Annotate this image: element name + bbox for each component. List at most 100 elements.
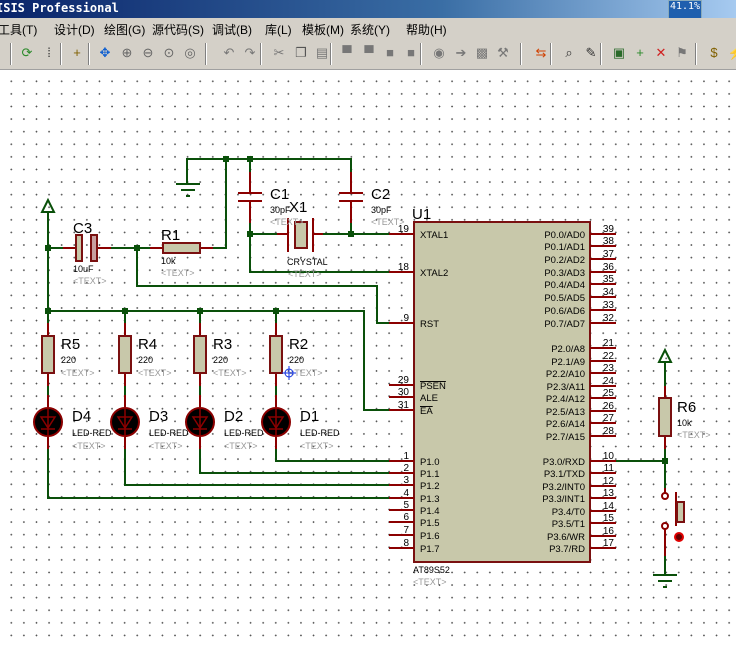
- search-icon[interactable]: ⌕: [560, 44, 578, 62]
- capacitor-c1[interactable]: [238, 172, 262, 223]
- resistor-r1[interactable]: [150, 242, 213, 254]
- r5-value: 220: [61, 355, 76, 365]
- pin-label: P1.6: [420, 531, 440, 542]
- new-sheet-icon[interactable]: ▣: [610, 44, 628, 62]
- cut-icon[interactable]: ✂: [270, 44, 288, 62]
- property-tool-icon[interactable]: ✎: [582, 44, 600, 62]
- pin-number: 9: [403, 313, 409, 324]
- pin-number: 33: [603, 300, 615, 311]
- wire-autorouter-icon[interactable]: ⇆: [532, 44, 550, 62]
- package-tool-icon[interactable]: ▩: [473, 44, 491, 62]
- menu-item-1[interactable]: 设计(D): [54, 21, 95, 38]
- block-rotate-icon[interactable]: ■: [381, 44, 399, 62]
- zoom-all-icon[interactable]: ⊙: [160, 44, 178, 62]
- schematic-canvas[interactable]: R5 220 <TEXT> D4 LED-RED <TEXT> R4 220 <TEXT> D3 L…: [0, 70, 736, 645]
- resistor-r3[interactable]: [193, 323, 207, 386]
- resistor-r2[interactable]: [269, 323, 283, 386]
- resistor-r6[interactable]: [658, 386, 672, 449]
- d4-ref: D4: [72, 408, 91, 425]
- pin-label: P2.5/A13: [546, 407, 585, 418]
- menu-item-4[interactable]: 调试(B): [212, 21, 252, 38]
- menu-item-6[interactable]: 模板(M): [302, 21, 344, 38]
- bill-of-materials-icon[interactable]: $: [705, 44, 723, 62]
- menu-item-0[interactable]: 工具(T): [0, 21, 37, 38]
- r4-ref: R4: [138, 336, 157, 353]
- c1-value: 30pF: [270, 205, 291, 215]
- menu-bar: 工具(T) 设计(D) 绘图(G) 源代码(S) 调试(B) 库(L) 模板(M) 系统(Y)…: [0, 18, 736, 38]
- pin-label: P2.7/A15: [546, 432, 585, 443]
- menu-item-2[interactable]: 绘图(G): [104, 21, 145, 38]
- x1-ref: X1: [289, 199, 307, 216]
- microcontroller-u1[interactable]: 19XTAL118XTAL29RST29PSEN30ALE31EA1P1.02P…: [389, 221, 616, 563]
- led-d1[interactable]: [261, 395, 291, 449]
- pin-label: P0.0/AD0: [544, 230, 585, 241]
- copy-icon[interactable]: ❐: [292, 44, 310, 62]
- pin-label: P3.1/TXD: [544, 469, 585, 480]
- origin-icon[interactable]: +: [68, 44, 86, 62]
- capacitor-c3[interactable]: [63, 234, 111, 262]
- menu-item-5[interactable]: 库(L): [265, 21, 292, 38]
- pin-label: P2.0/A8: [551, 344, 585, 355]
- c3-text: <TEXT>: [73, 276, 107, 286]
- pin-number: 10: [603, 451, 615, 462]
- refresh-icon[interactable]: ⟳: [18, 44, 36, 62]
- r5-text: <TEXT>: [61, 368, 95, 378]
- menu-item-3[interactable]: 源代码(S): [152, 21, 204, 38]
- pin-number: 26: [603, 401, 615, 412]
- zoom-in-icon[interactable]: ⊕: [118, 44, 136, 62]
- led-d3[interactable]: [110, 395, 140, 449]
- decompose-icon[interactable]: ⚒: [494, 44, 512, 62]
- d1-text: <TEXT>: [300, 441, 334, 451]
- paste-icon[interactable]: ▤: [313, 44, 331, 62]
- undo-icon[interactable]: ↶: [220, 44, 238, 62]
- r2-value: 220: [289, 355, 304, 365]
- resistor-r5[interactable]: [41, 323, 55, 386]
- add-sheet-icon[interactable]: +: [631, 44, 649, 62]
- redo-icon[interactable]: ↷: [241, 44, 259, 62]
- pin-label: XTAL1: [420, 230, 448, 241]
- block-move-icon[interactable]: ▀: [360, 44, 378, 62]
- capacitor-c2[interactable]: [339, 172, 363, 223]
- pick-device-icon[interactable]: ◉: [430, 44, 448, 62]
- resistor-r4[interactable]: [118, 323, 132, 386]
- pan-icon[interactable]: ✥: [96, 44, 114, 62]
- make-device-icon[interactable]: ➔: [452, 44, 470, 62]
- title-bar: ISIS Professional: [0, 0, 736, 18]
- menu-item-7[interactable]: 系统(Y): [350, 21, 390, 38]
- pin-number: 28: [603, 426, 615, 437]
- toolbar-separator: [260, 43, 262, 65]
- led-d4[interactable]: [33, 395, 63, 449]
- power-terminal-left: [40, 197, 56, 213]
- zoom-area-icon[interactable]: ◎: [181, 44, 199, 62]
- pin-number: 7: [403, 525, 409, 536]
- remove-sheet-icon[interactable]: ✕: [652, 44, 670, 62]
- grid-icon[interactable]: ⁞: [40, 44, 58, 62]
- d3-value: LED-RED: [149, 428, 189, 438]
- r3-value: 220: [213, 355, 228, 365]
- pin-number: 3: [403, 475, 409, 486]
- d2-text: <TEXT>: [224, 441, 258, 451]
- pin-label: P0.6/AD6: [544, 306, 585, 317]
- pin-number: 37: [603, 249, 615, 260]
- push-button[interactable]: [661, 488, 685, 556]
- erc-icon[interactable]: ⚡: [727, 44, 736, 62]
- block-delete-icon[interactable]: ■: [402, 44, 420, 62]
- r1-value: 10k: [161, 256, 176, 266]
- schematic[interactable]: R5 220 <TEXT> D4 LED-RED <TEXT> R4 220 <TEXT> D3 L…: [0, 70, 736, 645]
- led-d2[interactable]: [185, 395, 215, 449]
- d2-ref: D2: [224, 408, 243, 425]
- pin-label: P2.6/A14: [546, 419, 585, 430]
- c1-ref: C1: [270, 186, 289, 203]
- pin-number: 35: [603, 274, 615, 285]
- pin-label: P3.2/INT0: [542, 482, 585, 493]
- d3-ref: D3: [149, 408, 168, 425]
- block-copy-icon[interactable]: ▀: [338, 44, 356, 62]
- zoom-out-icon[interactable]: ⊖: [139, 44, 157, 62]
- u1-ref: U1: [412, 206, 431, 223]
- c3-ref: C3: [73, 220, 92, 237]
- exit-parent-icon[interactable]: ⚑: [673, 44, 691, 62]
- menu-item-8[interactable]: 帮助(H): [406, 21, 447, 38]
- r2-ref: R2: [289, 336, 308, 353]
- pin-label: PSEN: [420, 381, 446, 392]
- r1-text: <TEXT>: [161, 268, 195, 278]
